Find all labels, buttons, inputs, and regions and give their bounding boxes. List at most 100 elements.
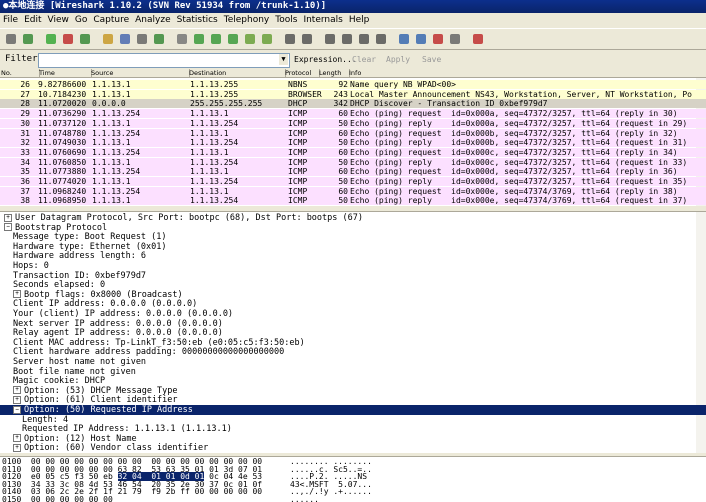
detail-line[interactable]: − Option: (50) Requested IP Address bbox=[0, 405, 706, 415]
column-header-protocol[interactable]: Protocol bbox=[284, 69, 320, 78]
packet-row[interactable]: 31 11.0748780 1.1.13.254 1.1.13.1 ICMP 60 Echo… bbox=[0, 128, 706, 138]
interface-list-icon[interactable] bbox=[4, 32, 18, 46]
zoom-normal-icon[interactable] bbox=[357, 32, 371, 46]
menu-item-analyze[interactable]: Analyze bbox=[132, 13, 173, 28]
zoom-out-icon[interactable] bbox=[340, 32, 354, 46]
close-file-icon[interactable] bbox=[135, 32, 149, 46]
coloring-rules-icon[interactable] bbox=[431, 32, 445, 46]
packet-row[interactable]: 35 11.0773880 1.1.13.254 1.1.13.1 ICMP 60 Echo… bbox=[0, 167, 706, 177]
start-capture-icon[interactable] bbox=[44, 32, 58, 46]
forward-icon[interactable] bbox=[209, 32, 223, 46]
column-header-destination[interactable]: Destination bbox=[188, 69, 286, 78]
packet-row[interactable]: 33 11.0760690 1.1.13.254 1.1.13.1 ICMP 60 Echo… bbox=[0, 147, 706, 157]
open-file-icon[interactable] bbox=[101, 32, 115, 46]
detail-line[interactable]: Client MAC address: Tp-LinkT_f3:50:eb (e… bbox=[0, 338, 706, 348]
detail-line[interactable]: Length: 4 bbox=[0, 415, 706, 425]
column-header-time[interactable]: Time bbox=[38, 69, 92, 78]
menu-item-help[interactable]: Help bbox=[346, 13, 373, 28]
packet-row[interactable]: 29 11.0736290 1.1.13.254 1.1.13.1 ICMP 60 Echo… bbox=[0, 109, 706, 119]
packet-row[interactable]: 37 11.0968240 1.1.13.254 1.1.13.1 ICMP 60 Echo… bbox=[0, 186, 706, 196]
packet-row[interactable]: 28 11.0720020 0.0.0.0 255.255.255.255 DHCP 34… bbox=[0, 99, 706, 109]
menu-item-view[interactable]: View bbox=[45, 13, 72, 28]
resize-columns-icon[interactable] bbox=[374, 32, 388, 46]
detail-line[interactable]: Server host name not given bbox=[0, 357, 706, 367]
preferences-icon[interactable] bbox=[448, 32, 462, 46]
stop-capture-icon[interactable] bbox=[61, 32, 75, 46]
clear-button[interactable]: Clear bbox=[352, 50, 376, 69]
menu-item-capture[interactable]: Capture bbox=[90, 13, 132, 28]
capture-options-icon[interactable] bbox=[21, 32, 35, 46]
menu-item-statistics[interactable]: Statistics bbox=[174, 13, 221, 28]
detail-line[interactable]: + Option: (12) Host Name bbox=[0, 434, 706, 444]
column-header-source[interactable]: Source bbox=[90, 69, 190, 78]
reload-icon[interactable] bbox=[152, 32, 166, 46]
detail-line[interactable]: Requested IP Address: 1.1.13.1 (1.1.13.1… bbox=[0, 424, 706, 434]
back-icon[interactable] bbox=[192, 32, 206, 46]
detail-line[interactable]: − Bootstrap Protocol bbox=[0, 223, 706, 233]
display-filters-icon[interactable] bbox=[414, 32, 428, 46]
menu-item-file[interactable]: File bbox=[0, 13, 21, 28]
detail-line[interactable]: + Option: (61) Client identifier bbox=[0, 395, 706, 405]
filter-input[interactable]: ▼ bbox=[38, 53, 290, 68]
detail-line[interactable]: + Option: (60) Vendor class identifier bbox=[0, 443, 706, 453]
expand-icon[interactable]: + bbox=[4, 213, 12, 222]
expression-button[interactable]: Expression... bbox=[294, 50, 357, 69]
detail-line[interactable]: Seconds elapsed: 0 bbox=[0, 280, 706, 290]
detail-line[interactable]: Transaction ID: 0xbef979d7 bbox=[0, 271, 706, 281]
detail-line[interactable]: Hardware type: Ethernet (0x01) bbox=[0, 242, 706, 252]
expand-icon[interactable]: + bbox=[13, 386, 21, 395]
detail-line[interactable]: Client IP address: 0.0.0.0 (0.0.0.0) bbox=[0, 299, 706, 309]
packet-info: Echo (ping) reply id=0x000a, seq=47372/3… bbox=[350, 118, 688, 128]
zoom-in-icon[interactable] bbox=[323, 32, 337, 46]
menu-item-telephony[interactable]: Telephony bbox=[221, 13, 273, 28]
find-icon[interactable] bbox=[175, 32, 189, 46]
save-file-icon[interactable] bbox=[118, 32, 132, 46]
packet-row[interactable]: 30 11.0737120 1.1.13.1 1.1.13.254 ICMP 50 Echo… bbox=[0, 118, 706, 128]
detail-line[interactable]: Client hardware address padding: 0000000… bbox=[0, 347, 706, 357]
packet-row[interactable]: 27 10.7184230 1.1.13.1 1.1.13.255 BROWSER 243… bbox=[0, 89, 706, 99]
packet-row[interactable]: 36 11.0774020 1.1.13.1 1.1.13.254 ICMP 50 Echo… bbox=[0, 177, 706, 186]
packet-proto: NBNS bbox=[288, 80, 308, 89]
chevron-down-icon[interactable]: ▼ bbox=[279, 54, 288, 65]
menu-item-tools[interactable]: Tools bbox=[272, 13, 300, 28]
go-to-icon[interactable] bbox=[226, 32, 240, 46]
collapse-icon[interactable]: − bbox=[4, 223, 12, 232]
help-icon[interactable] bbox=[471, 32, 485, 46]
detail-line[interactable]: Message type: Boot Request (1) bbox=[0, 232, 706, 242]
last-packet-icon[interactable] bbox=[260, 32, 274, 46]
expand-icon[interactable]: + bbox=[13, 395, 21, 404]
auto-scroll-icon[interactable] bbox=[300, 32, 314, 46]
detail-line[interactable]: + Option: (53) DHCP Message Type bbox=[0, 386, 706, 396]
hex-line[interactable]: 0150 00 00 00 00 00 00...... bbox=[2, 496, 319, 502]
menu-item-go[interactable]: Go bbox=[72, 13, 90, 28]
detail-line[interactable]: Relay agent IP address: 0.0.0.0 (0.0.0.0… bbox=[0, 328, 706, 338]
column-header-info[interactable]: Info bbox=[348, 69, 706, 78]
expand-icon[interactable]: + bbox=[13, 290, 21, 299]
apply-button[interactable]: Apply bbox=[386, 50, 410, 69]
menu-item-internals[interactable]: Internals bbox=[300, 13, 345, 28]
detail-line[interactable]: Next server IP address: 0.0.0.0 (0.0.0.0… bbox=[0, 319, 706, 329]
detail-line[interactable]: + Bootp flags: 0x8000 (Broadcast) bbox=[0, 290, 706, 300]
collapse-icon[interactable]: − bbox=[13, 405, 21, 414]
expand-icon[interactable]: + bbox=[13, 443, 21, 452]
packet-row[interactable]: 38 11.0968950 1.1.13.1 1.1.13.254 ICMP 50 Echo… bbox=[0, 196, 706, 206]
packet-row[interactable]: 32 11.0749030 1.1.13.1 1.1.13.254 ICMP 50 Echo… bbox=[0, 138, 706, 148]
restart-capture-icon[interactable] bbox=[78, 32, 92, 46]
column-header-length[interactable]: Length bbox=[318, 69, 350, 78]
menu-item-edit[interactable]: Edit bbox=[21, 13, 44, 28]
packet-row[interactable]: 34 11.0760850 1.1.13.1 1.1.13.254 ICMP 50 Echo… bbox=[0, 157, 706, 167]
detail-line[interactable]: Boot file name not given bbox=[0, 367, 706, 377]
detail-line[interactable]: Hops: 0 bbox=[0, 261, 706, 271]
capture-filters-icon[interactable] bbox=[397, 32, 411, 46]
detail-line[interactable]: Hardware address length: 6 bbox=[0, 251, 706, 261]
colorize-icon[interactable] bbox=[283, 32, 297, 46]
detail-line[interactable]: Your (client) IP address: 0.0.0.0 (0.0.0… bbox=[0, 309, 706, 319]
expand-icon[interactable]: + bbox=[13, 434, 21, 443]
first-packet-icon[interactable] bbox=[243, 32, 257, 46]
packet-row[interactable]: 26 9.82786600 1.1.13.1 1.1.13.255 NBNS 92 Name… bbox=[0, 80, 706, 89]
detail-line[interactable]: Magic cookie: DHCP bbox=[0, 376, 706, 386]
save-filter-button[interactable]: Save bbox=[422, 50, 441, 69]
column-header-no[interactable]: No. bbox=[0, 69, 40, 78]
detail-line[interactable]: + User Datagram Protocol, Src Port: bootp… bbox=[0, 213, 706, 223]
packet-time: 10.7184230 bbox=[38, 89, 87, 99]
